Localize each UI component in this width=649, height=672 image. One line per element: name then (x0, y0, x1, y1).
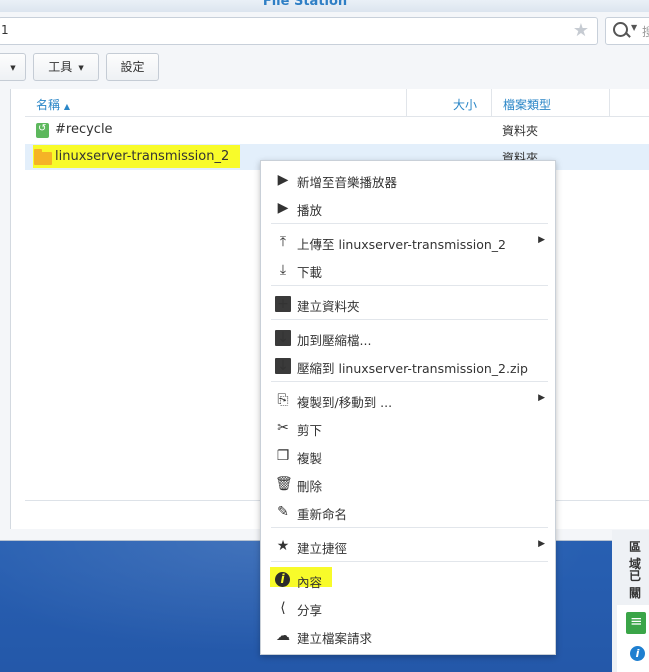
star-icon[interactable]: ★ (573, 20, 589, 41)
menu-item-label: 剪下 (297, 423, 323, 438)
column-divider[interactable] (491, 89, 492, 116)
column-name-label: 名稱 (36, 98, 61, 112)
menu-item-properties[interactable]: i 內容 (261, 567, 555, 593)
menu-divider (271, 285, 548, 286)
archive-icon: ↓ (275, 330, 291, 346)
menu-item-compress-zip[interactable]: ↓ 壓縮到 linuxserver-transmission_2.zip (261, 353, 555, 379)
menu-divider (271, 561, 548, 562)
play-icon: ▶ (277, 172, 289, 188)
menu-item-label: 播放 (297, 203, 323, 218)
menu-item-download[interactable]: ⤓ 下載 (261, 257, 555, 283)
sort-ascending-icon: ▲ (63, 102, 70, 111)
list-header: 名稱 ▲ 大小 檔案類型 (25, 89, 649, 117)
menu-item-label: 建立檔案請求 (297, 631, 373, 646)
file-name: #recycle (55, 122, 113, 137)
menu-item-label: 重新命名 (297, 507, 348, 522)
title-bar[interactable]: File Station (0, 0, 649, 12)
menu-item-label: 建立捷徑 (297, 541, 348, 556)
rename-icon: ✎ (277, 504, 289, 520)
copy-move-icon: ⎘ (277, 392, 289, 408)
menu-item-add-to-archive[interactable]: ↓ 加到壓縮檔... (261, 325, 555, 351)
menu-item-label: 建立資料夾 (297, 299, 360, 314)
column-divider[interactable] (609, 89, 610, 116)
menu-item-file-request[interactable]: ☁ 建立檔案請求 (261, 623, 555, 649)
menu-item-label: 上傳至 linuxserver-transmission_2 (297, 237, 506, 252)
search-icon (613, 22, 628, 37)
submenu-arrow-icon: ▶ (538, 393, 545, 403)
scissors-icon: ✂ (277, 420, 289, 436)
column-divider[interactable] (406, 89, 407, 116)
menu-item-label: 下載 (297, 265, 323, 280)
side-panel-line: 已關 (629, 569, 642, 600)
column-type-header[interactable]: 檔案類型 (503, 96, 551, 113)
cloud-upload-icon: ☁ (276, 628, 290, 644)
menu-item-label: 分享 (297, 603, 323, 618)
menu-item-copy-move[interactable]: ⎘ 複製到/移動到 ... ▶ (261, 387, 555, 413)
tools-label: 工具 (48, 60, 73, 74)
submenu-arrow-icon: ▶ (538, 235, 545, 245)
upload-icon: ⤒ (279, 234, 287, 250)
menu-item-label: 加到壓縮檔... (297, 333, 372, 348)
menu-item-label: 複製 (297, 451, 323, 466)
star-icon: ★ (276, 538, 290, 554)
tools-button[interactable]: 工具 ▼ (33, 53, 99, 81)
path-text: 1 (1, 23, 9, 37)
spreadsheet-icon (626, 612, 646, 634)
menu-divider (271, 381, 548, 382)
menu-item-add-to-music-player[interactable]: ▶ 新增至音樂播放器 (261, 167, 555, 193)
menu-item-label: 壓縮到 linuxserver-transmission_2.zip (297, 361, 528, 376)
search-input[interactable]: ▼ 搜 (605, 17, 649, 45)
context-menu: ▶ 新增至音樂播放器 ▶ 播放 ⤒ 上傳至 linuxserver-transm… (260, 160, 556, 655)
menu-item-play[interactable]: ▶ 播放 (261, 195, 555, 221)
share-icon: ⟨ (280, 600, 286, 616)
menu-item-delete[interactable]: 🗑 刪除 (261, 471, 555, 497)
menu-divider (271, 319, 548, 320)
toolbar-dropdown-button[interactable]: ▼ (0, 53, 26, 81)
info-icon[interactable]: i (630, 646, 645, 661)
menu-item-label: 內容 (297, 575, 323, 590)
menu-item-label: 刪除 (297, 479, 323, 494)
copy-icon: ❐ (276, 448, 290, 464)
chevron-down-icon: ▼ (10, 63, 16, 72)
menu-divider (271, 223, 548, 224)
play-icon: ▶ (277, 200, 289, 216)
window-title: File Station (262, 0, 348, 9)
submenu-arrow-icon: ▶ (538, 539, 545, 549)
menu-item-label: 複製到/移動到 ... (297, 395, 393, 410)
menu-item-create-shortcut[interactable]: ★ 建立捷徑 ▶ (261, 533, 555, 559)
menu-item-create-folder[interactable]: + 建立資料夾 (261, 291, 555, 317)
menu-item-share[interactable]: ⟨ 分享 (261, 595, 555, 621)
chevron-down-icon[interactable]: ▼ (631, 23, 637, 32)
menu-divider (271, 527, 548, 528)
info-icon: i (275, 572, 290, 587)
file-type: 資料夾 (502, 124, 539, 138)
menu-item-rename[interactable]: ✎ 重新命名 (261, 499, 555, 525)
trash-icon: 🗑 (275, 476, 293, 492)
menu-item-label: 新增至音樂播放器 (297, 175, 398, 190)
chevron-down-icon: ▼ (78, 63, 84, 72)
download-icon: ⤓ (279, 262, 287, 278)
column-name-header[interactable]: 名稱 ▲ (36, 96, 70, 113)
table-row[interactable]: #recycle 資料夾 20 (25, 117, 649, 143)
recycle-bin-icon (36, 123, 49, 138)
archive-icon: ↓ (275, 358, 291, 374)
settings-button[interactable]: 設定 (106, 53, 159, 81)
folder-icon (34, 149, 52, 165)
file-name: linuxserver-transmission_2 (55, 149, 230, 164)
new-folder-icon: + (275, 296, 291, 312)
column-size-header[interactable]: 大小 (453, 96, 477, 113)
menu-item-upload[interactable]: ⤒ 上傳至 linuxserver-transmission_2 ▶ (261, 229, 555, 255)
menu-item-cut[interactable]: ✂ 剪下 (261, 415, 555, 441)
path-bar[interactable]: 1 ★ (0, 17, 598, 45)
menu-item-copy[interactable]: ❐ 複製 (261, 443, 555, 469)
search-placeholder: 搜 (642, 25, 649, 39)
